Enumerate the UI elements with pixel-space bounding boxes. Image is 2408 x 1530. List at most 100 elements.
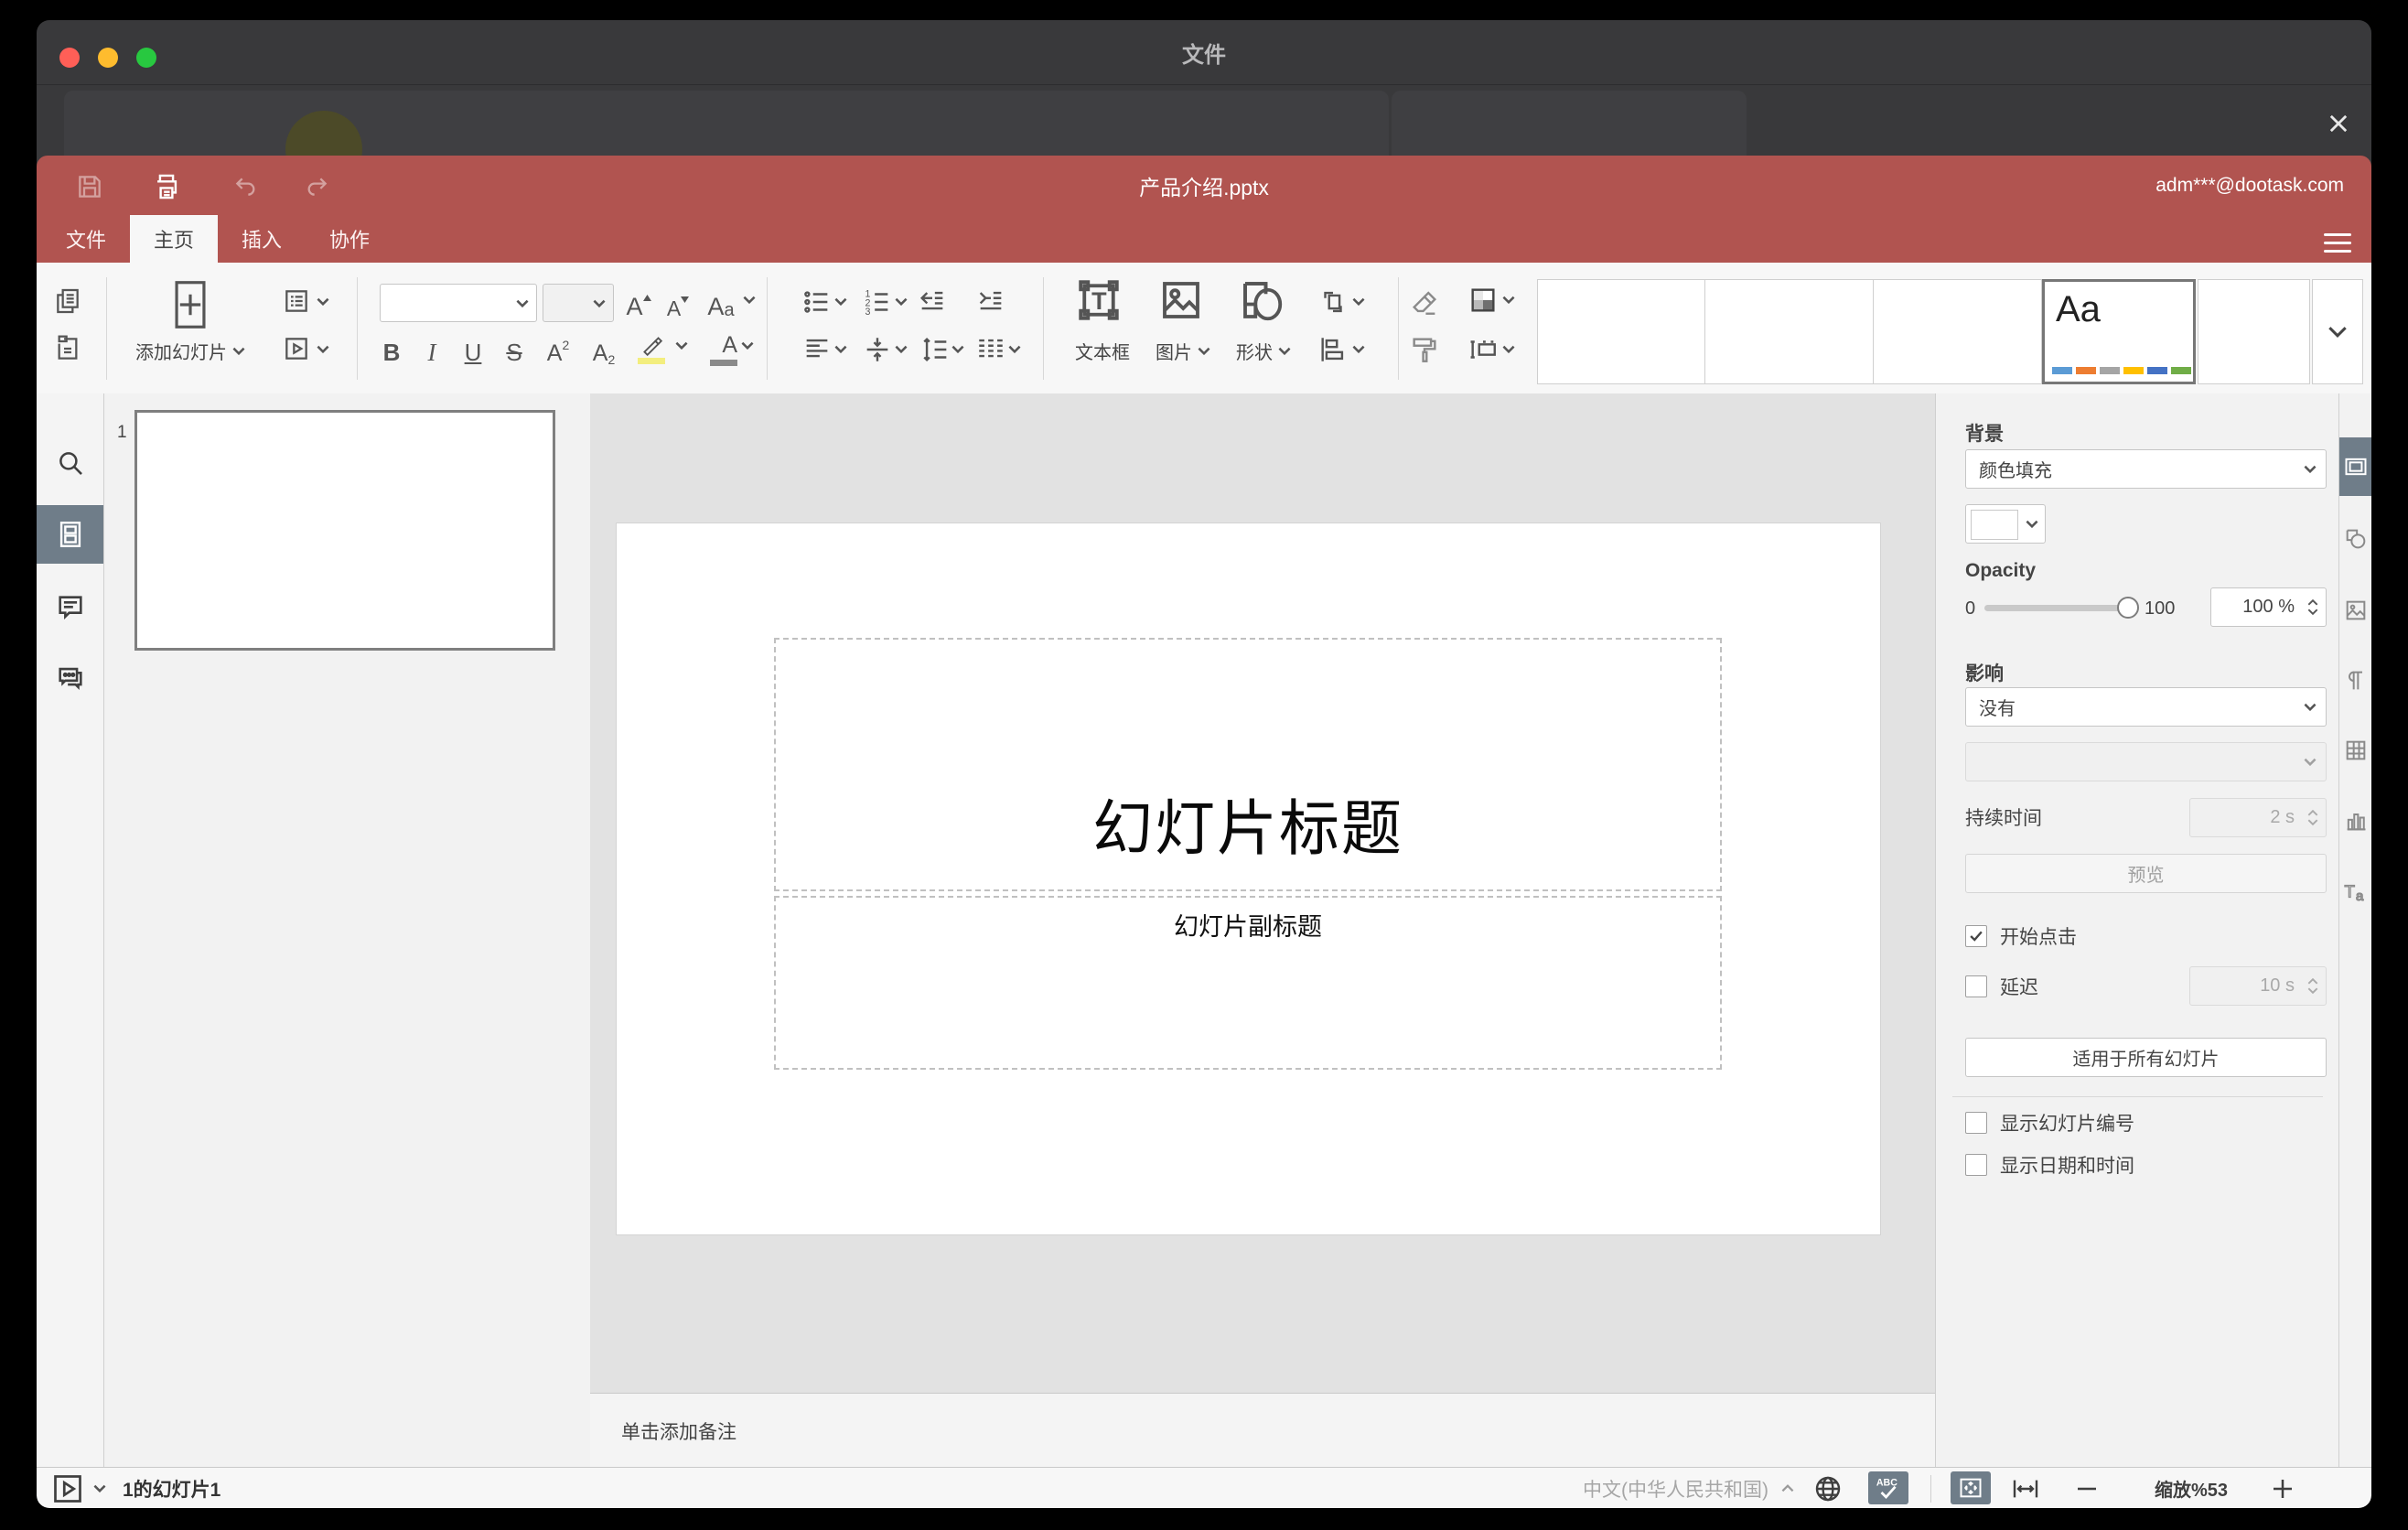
tab-collaboration[interactable]: 协作 [306,215,393,263]
image-icon[interactable] [1156,275,1206,325]
delay-checkbox[interactable]: 延迟 [1965,973,2038,1000]
horizontal-align-icon[interactable] [801,334,833,365]
fit-width-icon[interactable] [2011,1468,2040,1508]
comments-icon[interactable] [37,578,103,637]
align-shape-arrow-icon[interactable] [1352,345,1365,353]
font-color-arrow-icon[interactable] [741,341,754,350]
preview-slideshow-icon[interactable] [282,334,329,363]
theme-preview-cell[interactable] [1537,279,1705,384]
search-icon[interactable] [37,434,103,492]
font-size-select[interactable] [543,284,614,322]
highlight-arrow-icon[interactable] [675,341,688,350]
shape-button[interactable]: 形状 [1224,338,1303,364]
increase-indent-icon[interactable] [975,286,1006,318]
slide-size-arrow-icon[interactable] [1502,345,1515,353]
close-icon[interactable] [2320,105,2357,142]
spellcheck-icon[interactable]: ABC [1868,1471,1908,1504]
set-language-icon[interactable] [1813,1468,1843,1508]
zoom-in-button[interactable] [2269,1468,2296,1508]
hamburger-menu-icon[interactable] [2324,228,2351,253]
effect-select[interactable]: 没有 [1965,687,2327,727]
textart-settings-icon[interactable]: Ta [2339,862,2371,921]
redo-icon[interactable] [297,167,338,207]
theme-preview-cell[interactable] [1874,279,2042,384]
change-case-arrow-icon[interactable] [743,296,756,304]
start-on-click-checkbox[interactable]: 开始点击 [1965,922,2077,950]
text-box-button[interactable]: 文本框 [1052,338,1153,364]
print-icon[interactable] [146,167,187,207]
preview-button[interactable]: 预览 [1965,854,2327,893]
chart-settings-icon[interactable] [2339,792,2371,850]
subscript-button[interactable]: A2 [586,330,622,367]
slide[interactable]: 幻灯片标题 幻灯片副标题 [617,523,1880,1234]
font-color-icon[interactable]: A [701,330,737,367]
arrange-shape-icon[interactable] [1317,286,1349,318]
slide-size-icon[interactable] [1467,334,1499,365]
bullet-list-arrow-icon[interactable] [834,297,847,306]
theme-preview-selected[interactable]: Aa [2042,279,2196,384]
language-selector[interactable]: 中文(中华人民共和国) [1583,1468,1794,1508]
decrease-indent-icon[interactable] [917,286,948,318]
line-spacing-icon[interactable] [920,334,951,365]
italic-button[interactable]: I [419,330,445,367]
add-slide-icon[interactable] [169,279,211,330]
paste-icon[interactable] [53,334,82,363]
underline-button[interactable]: U [457,330,489,367]
numbered-list-icon[interactable]: 123 [862,286,893,318]
add-slide-button[interactable]: 添加幻灯片 [108,338,273,364]
bold-button[interactable]: B [377,330,406,367]
image-button[interactable]: 图片 [1144,338,1222,364]
start-slideshow-button[interactable] [51,1468,84,1508]
table-settings-icon[interactable] [2339,721,2371,780]
show-slide-number-checkbox[interactable]: 显示幻灯片编号 [1965,1109,2134,1137]
theme-preview-cell[interactable] [1705,279,1874,384]
notes-area[interactable]: 单击添加备注 [590,1393,1935,1468]
paragraph-settings-icon[interactable] [2339,652,2371,710]
superscript-button[interactable]: A2 [540,330,576,367]
theme-colors-arrow-icon[interactable] [1502,296,1515,304]
slide-canvas[interactable]: 幻灯片标题 幻灯片副标题 [590,393,1935,1393]
copy-style-icon[interactable] [1409,334,1440,365]
shape-icon[interactable] [1237,275,1286,325]
strikethrough-button[interactable]: S [500,330,529,367]
numbered-list-arrow-icon[interactable] [895,297,908,306]
zoom-out-button[interactable] [2073,1468,2101,1508]
insert-columns-icon[interactable] [975,334,1006,365]
text-box-icon[interactable]: T [1074,275,1123,325]
decrease-font-icon[interactable]: A [662,285,693,321]
highlight-color-icon[interactable] [633,330,670,367]
save-icon[interactable] [70,167,110,207]
clear-style-icon[interactable] [1409,286,1440,318]
vertical-align-arrow-icon[interactable] [895,345,908,353]
slide-thumbnail[interactable] [134,410,555,651]
slide-title-placeholder[interactable]: 幻灯片标题 [774,638,1722,891]
chat-icon[interactable] [37,649,103,707]
theme-colors-icon[interactable] [1467,285,1499,316]
apply-to-all-slides-button[interactable]: 适用于所有幻灯片 [1965,1038,2327,1077]
opacity-slider-knob[interactable] [2117,597,2139,619]
arrange-shape-arrow-icon[interactable] [1352,297,1365,306]
font-name-select[interactable] [380,284,537,322]
change-case-icon[interactable]: Aa [701,285,741,321]
opacity-spinner[interactable]: 100 % [2210,587,2327,627]
insert-columns-arrow-icon[interactable] [1008,345,1021,353]
line-spacing-arrow-icon[interactable] [951,345,964,353]
theme-gallery-expand-button[interactable] [2312,279,2363,384]
theme-preview-cell[interactable] [2198,279,2310,384]
fit-slide-icon[interactable] [1951,1471,1991,1504]
increase-font-icon[interactable]: A [622,285,655,321]
copy-icon[interactable] [53,286,82,316]
vertical-align-icon[interactable] [862,334,893,365]
change-layout-icon[interactable] [282,286,329,316]
image-settings-icon[interactable] [2339,581,2371,640]
align-shape-icon[interactable] [1317,334,1349,365]
zoom-level[interactable]: 缩放%53 [2132,1468,2251,1508]
background-fill-select[interactable]: 颜色填充 [1965,449,2327,489]
slides-panel-icon[interactable] [37,505,103,564]
shape-settings-icon[interactable] [2339,510,2371,568]
undo-icon[interactable] [225,167,265,207]
slide-settings-icon[interactable] [2339,437,2371,496]
slideshow-arrow-icon[interactable] [93,1468,106,1508]
slide-subtitle-placeholder[interactable]: 幻灯片副标题 [774,896,1722,1070]
bullet-list-icon[interactable] [801,286,833,318]
